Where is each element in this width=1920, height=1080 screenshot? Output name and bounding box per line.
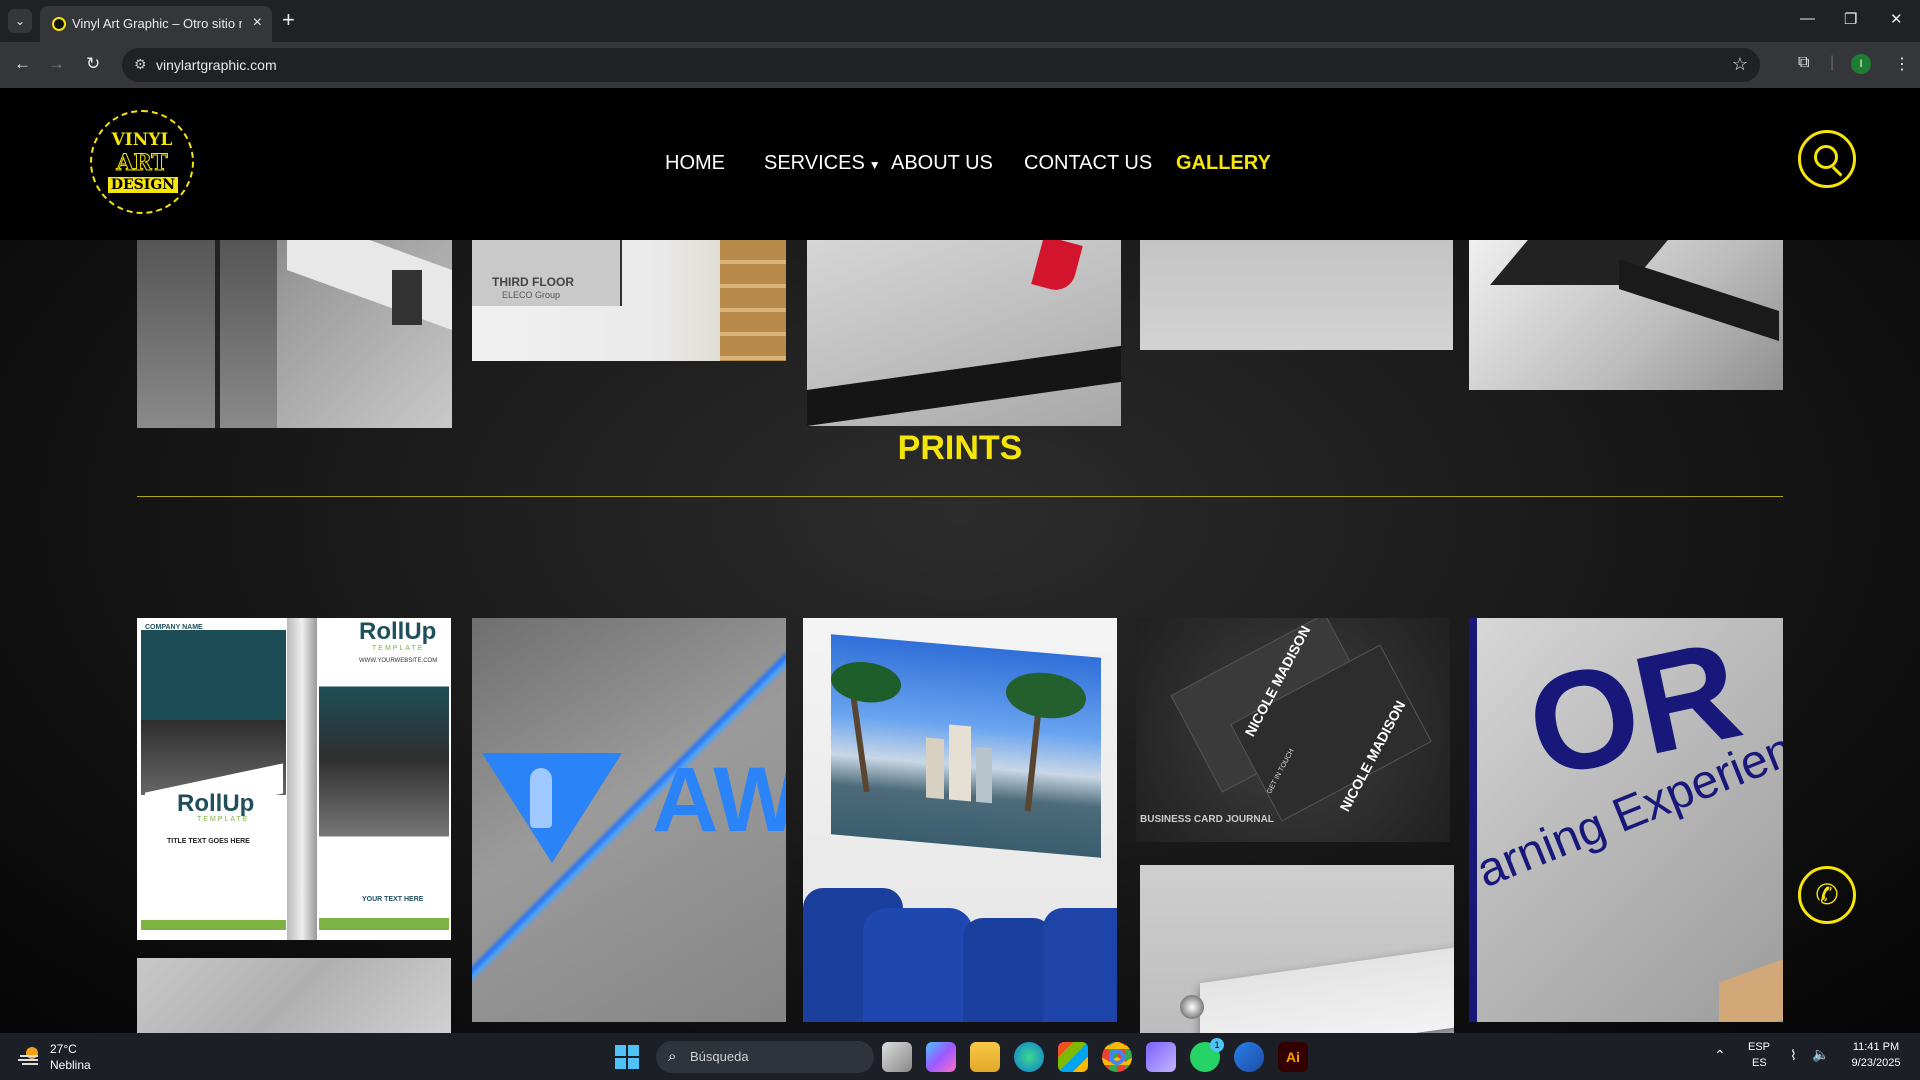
tray-overflow-icon[interactable]: ⌃ xyxy=(1714,1047,1726,1064)
site-search-button[interactable] xyxy=(1798,130,1856,188)
windows-start-icon[interactable] xyxy=(612,1042,642,1072)
search-icon-handle xyxy=(1831,166,1843,177)
forward-button[interactable]: → xyxy=(48,54,65,74)
card-watermark: BUSINESS CARD JOURNAL xyxy=(1140,814,1274,825)
minimize-button[interactable]: — xyxy=(1800,10,1815,27)
site-info-icon[interactable]: ⚙ xyxy=(134,56,147,73)
browser-menu-icon[interactable]: ⋮ xyxy=(1894,54,1910,74)
file-explorer-icon[interactable] xyxy=(970,1042,1000,1072)
nav-contact[interactable]: CONTACT US xyxy=(1024,152,1152,175)
store-icon[interactable] xyxy=(1058,1042,1088,1072)
rollup-sub-left: TEMPLATE xyxy=(197,816,250,823)
clock-date[interactable]: 9/23/2025 xyxy=(1842,1057,1910,1069)
address-bar[interactable]: ⚙ vinylartgraphic.com ☆ xyxy=(122,48,1760,82)
weather-desc: Neblina xyxy=(50,1058,91,1072)
dimensional-letter-photo[interactable] xyxy=(1469,240,1783,390)
business-cards-photo[interactable]: NICOLE MADISON NICOLE MADISON GET IN TOU… xyxy=(1136,618,1450,842)
nav-home[interactable]: HOME xyxy=(665,152,725,175)
whatsapp-taskbar-icon[interactable]: 1 xyxy=(1190,1038,1224,1072)
browser-toolbar: ← → ↻ ⚙ vinylartgraphic.com ☆ ⧉ | I ⋮ xyxy=(0,42,1920,88)
whatsapp-badge: 1 xyxy=(1210,1038,1224,1052)
wifi-icon[interactable]: ⌇ xyxy=(1790,1047,1797,1064)
logo-line2: ART xyxy=(116,150,168,177)
aluminum-panel-photo[interactable] xyxy=(807,240,1121,426)
back-button[interactable]: ← xyxy=(14,54,31,74)
brushed-metal-print-photo[interactable]: OR arning Experienc xyxy=(1469,618,1783,1022)
search-icon xyxy=(1814,145,1838,169)
nav-services[interactable]: SERVICES ▼ xyxy=(764,152,881,175)
section-divider xyxy=(137,496,1783,497)
app-icon[interactable] xyxy=(1234,1042,1264,1072)
nav-about[interactable]: ABOUT US xyxy=(891,152,993,175)
clock-time[interactable]: 11:41 PM xyxy=(1846,1041,1906,1053)
rollup-website: WWW.YOURWEBSITE.COM xyxy=(359,658,438,664)
os-taskbar: 27°C Neblina ⌕ Búsqueda 1 Ai ⌃ ESP ES ⌇ … xyxy=(0,1033,1920,1080)
sign-text: THIRD FLOOR xyxy=(492,275,574,289)
edge-browser-icon[interactable] xyxy=(1014,1042,1044,1072)
restore-button[interactable]: ❐ xyxy=(1844,10,1857,28)
logo-line3: DESIGN xyxy=(108,177,178,193)
taskbar-search-placeholder: Búsqueda xyxy=(690,1049,749,1064)
taskbar-search[interactable]: ⌕ Búsqueda xyxy=(656,1041,874,1073)
tab-title: Vinyl Art Graphic – Otro sitio re xyxy=(72,16,242,31)
logo-line1: VINYL xyxy=(111,130,173,150)
section-title: PRINTS xyxy=(897,429,1023,467)
copilot-icon[interactable] xyxy=(926,1042,956,1072)
rollup-title-text: TITLE TEXT GOES HERE xyxy=(167,838,250,845)
standoff-panel-photo[interactable] xyxy=(1140,865,1454,1033)
texture-panel-photo[interactable] xyxy=(137,958,451,1033)
site-header: VINYL ART DESIGN HOME SERVICES ▼ ABOUT US… xyxy=(0,88,1920,240)
browser-tab[interactable]: Vinyl Art Graphic – Otro sitio re × xyxy=(40,6,272,42)
rollup-heading-left: RollUp xyxy=(177,790,255,817)
tab-close-icon[interactable]: × xyxy=(253,14,262,32)
whatsapp-icon: ✆ xyxy=(1815,879,1839,910)
site-favicon-icon xyxy=(52,17,66,31)
white-panel-photo[interactable] xyxy=(1140,240,1453,350)
tab-search-button[interactable]: ⌄ xyxy=(8,9,32,33)
weather-temp: 27°C xyxy=(50,1042,77,1056)
nav-services-label: SERVICES xyxy=(764,152,865,174)
browser-tab-bar: ⌄ Vinyl Art Graphic – Otro sitio re × + … xyxy=(0,0,1920,42)
lang-primary[interactable]: ESP xyxy=(1748,1041,1770,1053)
third-floor-sign-photo[interactable]: THIRD FLOOR ELECO Group xyxy=(472,240,786,361)
rollup-banner-photo[interactable]: COMPANY NAME RollUp TEMPLATE TITLE TEXT … xyxy=(137,618,451,940)
extensions-icon[interactable]: ⧉ xyxy=(1798,54,1809,72)
rollup-your-text: YOUR TEXT HERE xyxy=(362,896,424,903)
toolbar-divider: | xyxy=(1830,54,1835,71)
vinyl-art-design-logo[interactable]: VINYL ART DESIGN xyxy=(90,110,194,214)
miami-wall-print-photo[interactable] xyxy=(803,618,1117,1022)
aw-sign-text: AW xyxy=(652,749,786,851)
illustrator-icon[interactable]: Ai xyxy=(1278,1042,1308,1072)
sign-subtext: ELECO Group xyxy=(502,290,561,300)
chrome-icon[interactable] xyxy=(1102,1042,1132,1072)
lang-secondary[interactable]: ES xyxy=(1752,1057,1767,1069)
aw-logo-sign-photo[interactable]: AW xyxy=(472,618,786,1022)
rollup-heading-right: RollUp xyxy=(359,618,437,645)
task-view-icon[interactable] xyxy=(882,1042,912,1072)
wall-mount-sign-photo[interactable] xyxy=(137,240,452,428)
rollup-sub-right: TEMPLATE xyxy=(372,645,425,652)
close-window-button[interactable]: ✕ xyxy=(1890,10,1903,28)
new-tab-button[interactable]: + xyxy=(282,9,295,31)
chevron-down-icon: ▼ xyxy=(868,158,881,172)
url-text: vinylartgraphic.com xyxy=(156,57,277,73)
whatsapp-chat-button[interactable]: ✆ xyxy=(1798,866,1856,924)
vpn-app-icon[interactable] xyxy=(1146,1042,1176,1072)
search-icon: ⌕ xyxy=(668,1048,677,1065)
reload-button[interactable]: ↻ xyxy=(86,54,100,74)
profile-avatar[interactable]: I xyxy=(1851,54,1871,74)
volume-icon[interactable]: 🔈 xyxy=(1812,1046,1829,1063)
weather-fog-icon[interactable] xyxy=(18,1045,42,1067)
nav-gallery[interactable]: GALLERY xyxy=(1176,152,1271,175)
bookmark-star-icon[interactable]: ☆ xyxy=(1732,54,1748,75)
website-viewport: THIRD FLOOR ELECO Group VINYL ART DESIGN… xyxy=(0,88,1920,1033)
